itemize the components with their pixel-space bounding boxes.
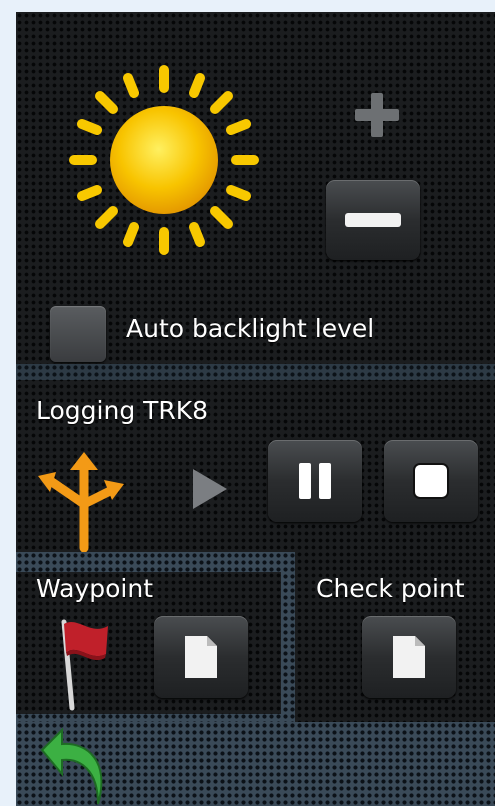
checkpoint-label: Check point bbox=[316, 574, 465, 603]
waypoint-label: Waypoint bbox=[36, 574, 153, 603]
section-divider bbox=[16, 364, 495, 380]
plus-icon bbox=[355, 93, 399, 137]
flag-icon bbox=[50, 614, 114, 714]
add-checkpoint-button[interactable] bbox=[362, 616, 456, 698]
decrease-backlight-button[interactable] bbox=[326, 180, 420, 260]
pause-button[interactable] bbox=[268, 440, 362, 522]
route-arrows-icon bbox=[32, 452, 128, 553]
back-arrow-icon bbox=[40, 727, 103, 805]
document-icon bbox=[393, 636, 425, 678]
back-button[interactable] bbox=[40, 727, 110, 806]
pause-icon bbox=[299, 463, 331, 499]
play-icon bbox=[193, 469, 227, 509]
logging-title: Logging TRK8 bbox=[36, 396, 209, 425]
stop-button[interactable] bbox=[384, 440, 478, 522]
backlight-logging-panel: Auto backlight level Logging TRK8 Waypoi… bbox=[16, 12, 495, 806]
auto-backlight-label: Auto backlight level bbox=[126, 314, 375, 343]
play-button[interactable] bbox=[176, 456, 242, 522]
sun-icon bbox=[64, 60, 264, 260]
add-waypoint-button[interactable] bbox=[154, 616, 248, 698]
stop-icon bbox=[413, 463, 449, 499]
increase-backlight-button[interactable] bbox=[332, 70, 422, 160]
auto-backlight-checkbox[interactable] bbox=[50, 306, 106, 362]
minus-icon bbox=[345, 213, 401, 227]
document-icon bbox=[185, 636, 217, 678]
